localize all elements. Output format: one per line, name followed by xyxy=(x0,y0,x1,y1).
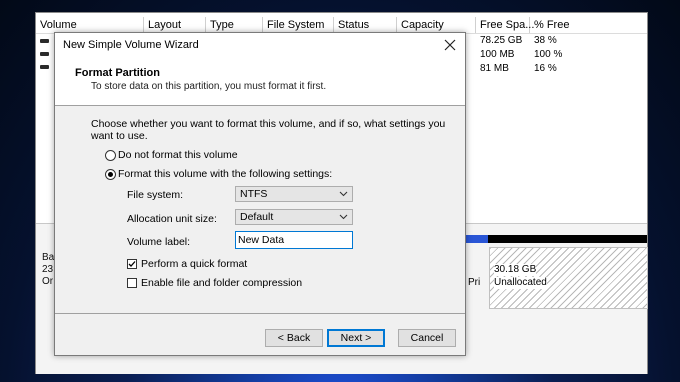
volume-label-input[interactable]: New Data xyxy=(235,231,353,249)
wizard-header: Format Partition To store data on this p… xyxy=(55,57,465,106)
quick-format-checkbox[interactable] xyxy=(127,259,137,269)
unallocated-bar xyxy=(488,235,647,243)
row-percent-free: 100 % xyxy=(534,49,563,60)
drive-icon xyxy=(40,39,49,43)
file-system-value: NTFS xyxy=(240,188,268,200)
row-free-space: 100 MB xyxy=(480,49,515,60)
row-percent-free: 38 % xyxy=(534,35,557,46)
title-bar[interactable]: New Simple Volume Wizard xyxy=(55,33,465,57)
compression-label[interactable]: Enable file and folder compression xyxy=(141,277,302,289)
allocation-unit-value: Default xyxy=(240,211,274,223)
format-question: Choose whether you want to format this v… xyxy=(91,118,446,142)
compression-checkbox[interactable] xyxy=(127,278,137,288)
no-format-label[interactable]: Do not format this volume xyxy=(118,149,238,161)
drive-icon xyxy=(40,65,49,69)
column-layout[interactable]: Layout xyxy=(144,17,206,33)
column-volume[interactable]: Volume xyxy=(36,17,144,33)
window-title: New Simple Volume Wizard xyxy=(63,39,199,51)
column-percent-free[interactable]: % Free xyxy=(530,17,647,33)
checkmark-icon xyxy=(128,261,136,267)
no-format-radio[interactable] xyxy=(105,150,116,161)
column-file-system[interactable]: File System xyxy=(263,17,334,33)
file-system-select[interactable]: NTFS xyxy=(235,186,353,202)
format-radio[interactable] xyxy=(105,169,116,180)
row-percent-free: 16 % xyxy=(534,63,557,74)
disk-label-line: Or xyxy=(42,276,54,287)
close-icon xyxy=(444,39,456,51)
column-capacity[interactable]: Capacity xyxy=(397,17,476,33)
allocation-unit-label: Allocation unit size: xyxy=(127,213,217,225)
close-button[interactable] xyxy=(441,36,459,54)
column-type[interactable]: Type xyxy=(206,17,263,33)
primary-partition-bar xyxy=(464,235,488,243)
drive-icon xyxy=(40,52,49,56)
quick-format-label[interactable]: Perform a quick format xyxy=(141,258,247,270)
new-simple-volume-wizard: New Simple Volume Wizard Format Partitio… xyxy=(54,32,466,356)
back-button[interactable]: < Back xyxy=(265,329,323,347)
unallocated-label: Unallocated xyxy=(494,277,547,289)
page-title: Format Partition xyxy=(75,67,160,79)
chevron-down-icon xyxy=(339,210,348,228)
format-label[interactable]: Format this volume with the following se… xyxy=(118,168,332,180)
disk-label-line: Ba xyxy=(42,252,55,263)
allocation-unit-select[interactable]: Default xyxy=(235,209,353,225)
file-system-label: File system: xyxy=(127,189,184,201)
primary-partition-label: Pri xyxy=(468,277,481,288)
volume-label-label: Volume label: xyxy=(127,236,191,248)
chevron-down-icon xyxy=(339,187,348,205)
disk-label-line: 23 xyxy=(42,264,54,275)
footer-divider xyxy=(55,313,465,314)
unallocated-region[interactable]: 30.18 GB Unallocated xyxy=(489,247,648,309)
column-status[interactable]: Status xyxy=(334,17,397,33)
page-subtitle: To store data on this partition, you mus… xyxy=(91,81,327,92)
row-free-space: 78.25 GB xyxy=(480,35,523,46)
next-button[interactable]: Next > xyxy=(327,329,385,347)
column-free-space[interactable]: Free Spa... xyxy=(476,17,534,33)
cancel-button[interactable]: Cancel xyxy=(398,329,456,347)
row-free-space: 81 MB xyxy=(480,63,509,74)
unallocated-size: 30.18 GB xyxy=(494,264,537,276)
